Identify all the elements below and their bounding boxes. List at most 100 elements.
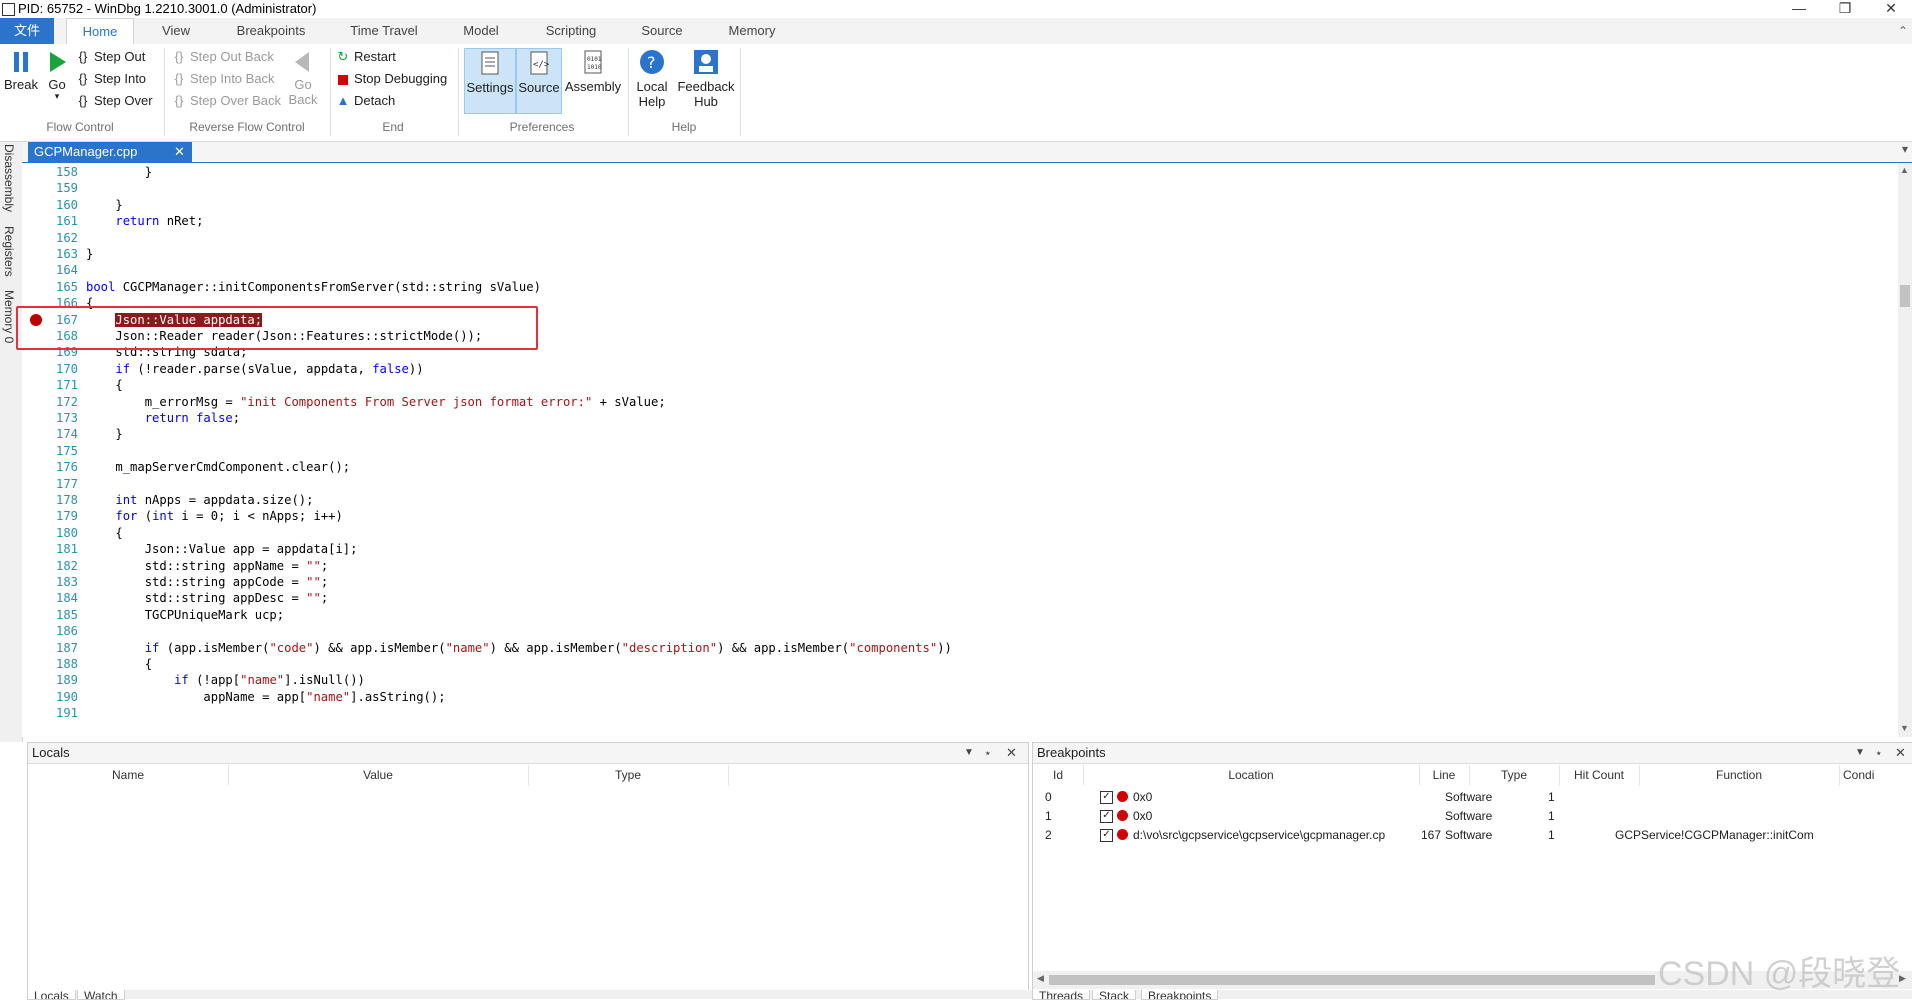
svg-text:1010: 1010 — [587, 64, 602, 71]
code-line[interactable]: 160 } — [22, 197, 123, 213]
code-line[interactable]: 174 } — [22, 426, 123, 442]
line-number: 187 — [55, 640, 78, 655]
code-line[interactable]: 172 m_errorMsg = "init Components From S… — [22, 394, 666, 410]
step-into-button[interactable]: {} Step Into — [76, 69, 146, 89]
tab-scripting[interactable]: Scripting — [532, 18, 610, 44]
col-id[interactable]: Id — [1033, 765, 1084, 785]
step-out-button[interactable]: {} Step Out — [76, 47, 146, 67]
tab-memory[interactable]: Memory — [716, 18, 788, 44]
assembly-button[interactable]: 0101 1010 Assembly — [562, 48, 624, 112]
pin-icon[interactable]: ⋆ — [1875, 743, 1883, 763]
col-condition[interactable]: Condi — [1839, 765, 1912, 785]
col-location[interactable]: Location — [1083, 765, 1420, 785]
break-button[interactable]: Break — [3, 50, 39, 102]
code-line[interactable]: 191 — [22, 705, 86, 721]
code-line[interactable]: 158 } — [22, 164, 152, 180]
code-line[interactable]: 165 bool CGCPManager::initComponentsFromS… — [22, 279, 541, 295]
code-editor[interactable]: 158 } 159 160 } 161 return nRet; 162 163} 164 1… — [22, 163, 1898, 737]
sidebar-tab-disassembly[interactable]: Disassembly — [2, 144, 16, 212]
code-line[interactable]: 170 if (!reader.parse(sValue, appdata, f… — [22, 361, 424, 377]
local-help-button[interactable]: ? Local Help — [632, 48, 672, 114]
code-line[interactable]: 186 — [22, 623, 86, 639]
sidebar-tab-registers[interactable]: Registers — [2, 226, 16, 277]
col-type[interactable]: Type — [528, 765, 729, 785]
go-back-button[interactable]: Go Back — [288, 50, 318, 107]
code-line[interactable]: 176 m_mapServerCmdComponent.clear(); — [22, 459, 350, 475]
feedback-hub-button[interactable]: Feedback Hub — [676, 48, 736, 114]
code-line[interactable]: 180 { — [22, 525, 123, 541]
scroll-up-icon[interactable]: ▲ — [1900, 165, 1909, 175]
pane-menu-icon[interactable]: ▼ — [964, 743, 974, 763]
code-line[interactable]: 178 int nApps = appdata.size(); — [22, 492, 314, 508]
source-button[interactable]: </> Source — [516, 48, 562, 114]
tab-home[interactable]: Home — [66, 18, 134, 45]
go-button[interactable]: Go ▾ — [44, 50, 70, 110]
code-line[interactable]: 162 — [22, 230, 86, 246]
close-pane-icon[interactable]: ✕ — [1006, 743, 1017, 763]
breakpoint-row[interactable]: ✓ 1 0x0 Software 1 — [1033, 806, 1912, 826]
detach-button[interactable]: ▲ Detach — [336, 91, 396, 111]
h-scroll-thumb[interactable] — [1049, 975, 1655, 985]
code-line[interactable]: 189 if (!app["name"].isNull()) — [22, 672, 365, 688]
col-function[interactable]: Function — [1639, 765, 1840, 785]
editor-scrollbar[interactable]: ▲ ▼ — [1898, 163, 1912, 737]
step-over-back-button[interactable]: {} Step Over Back — [172, 91, 281, 111]
code-line[interactable]: 161 return nRet; — [22, 213, 203, 229]
code-line[interactable]: 163} — [22, 246, 93, 262]
step-over-button[interactable]: {} Step Over — [76, 91, 153, 111]
code-text: { — [86, 378, 123, 393]
go-dropdown-icon[interactable]: ▾ — [44, 92, 70, 101]
code-line[interactable]: 173 return false; — [22, 410, 240, 426]
tab-time-travel[interactable]: Time Travel — [336, 18, 432, 44]
scroll-thumb[interactable] — [1900, 285, 1910, 307]
scroll-down-icon[interactable]: ▼ — [1900, 723, 1909, 733]
code-line[interactable]: 182 std::string appName = ""; — [22, 558, 328, 574]
pane-menu-icon[interactable]: ▼ — [1855, 743, 1865, 763]
tab-overflow-icon[interactable]: ▾ — [1902, 142, 1908, 156]
pin-icon[interactable]: ⋆ — [984, 743, 992, 763]
code-line[interactable]: 164 — [22, 262, 86, 278]
code-keyword: bool — [86, 279, 116, 294]
col-hit-count[interactable]: Hit Count — [1559, 765, 1640, 785]
tab-file[interactable]: 文件 — [0, 18, 54, 44]
tab-model[interactable]: Model — [450, 18, 512, 44]
code-line[interactable]: 187 if (app.isMember("code") && app.isMe… — [22, 640, 952, 656]
col-type[interactable]: Type — [1469, 765, 1560, 785]
code-line[interactable]: 177 — [22, 476, 86, 492]
code-line[interactable]: 175 — [22, 443, 86, 459]
scroll-left-icon[interactable]: ◀ — [1037, 973, 1044, 984]
minimize-icon[interactable]: — — [1776, 0, 1822, 18]
col-line[interactable]: Line — [1419, 765, 1470, 785]
tab-breakpoints[interactable]: Breakpoints — [226, 18, 316, 44]
col-value[interactable]: Value — [228, 765, 529, 785]
step-into-back-button[interactable]: {} Step Into Back — [172, 69, 275, 89]
close-icon[interactable]: ✕ — [1868, 0, 1912, 18]
doc-tab-gcpmanager[interactable]: GCPManager.cpp ✕ — [28, 142, 192, 162]
col-name[interactable]: Name — [28, 765, 229, 785]
code-line[interactable]: 183 std::string appCode = ""; — [22, 574, 328, 590]
breakpoint-row[interactable]: ✓ 2 d:\vo\src\gcpservice\gcpservice\gcpman… — [1033, 825, 1912, 845]
restore-icon[interactable]: ❐ — [1822, 0, 1868, 18]
close-tab-icon[interactable]: ✕ — [174, 142, 185, 162]
tab-view[interactable]: View — [146, 18, 206, 44]
stop-debugging-button[interactable]: Stop Debugging — [336, 69, 447, 89]
bp-enabled-checkbox[interactable]: ✓ — [1100, 810, 1113, 823]
settings-button[interactable]: Settings — [464, 48, 516, 114]
code-line[interactable]: 179 for (int i = 0; i < nApps; i++) — [22, 508, 343, 524]
close-pane-icon[interactable]: ✕ — [1895, 743, 1906, 763]
tab-source[interactable]: Source — [630, 18, 694, 44]
bp-enabled-checkbox[interactable]: ✓ — [1100, 791, 1113, 804]
code-line[interactable]: 190 appName = app["name"].asString(); — [22, 689, 446, 705]
ribbon-collapse-icon[interactable]: ⌃ — [1898, 24, 1908, 38]
code-line[interactable]: 159 — [22, 180, 86, 196]
bp-enabled-checkbox[interactable]: ✓ — [1100, 829, 1113, 842]
sidebar-tab-memory[interactable]: Memory 0 — [2, 290, 16, 343]
code-line[interactable]: 171 { — [22, 377, 123, 393]
breakpoint-row[interactable]: ✓ 0 0x0 Software 1 — [1033, 787, 1912, 807]
step-out-back-button[interactable]: {} Step Out Back — [172, 47, 274, 67]
code-line[interactable]: 184 std::string appDesc = ""; — [22, 590, 328, 606]
code-line[interactable]: 181 Json::Value app = appdata[i]; — [22, 541, 358, 557]
restart-button[interactable]: ↻ Restart — [336, 47, 396, 67]
code-line[interactable]: 188 { — [22, 656, 152, 672]
code-line[interactable]: 185 TGCPUniqueMark ucp; — [22, 607, 284, 623]
